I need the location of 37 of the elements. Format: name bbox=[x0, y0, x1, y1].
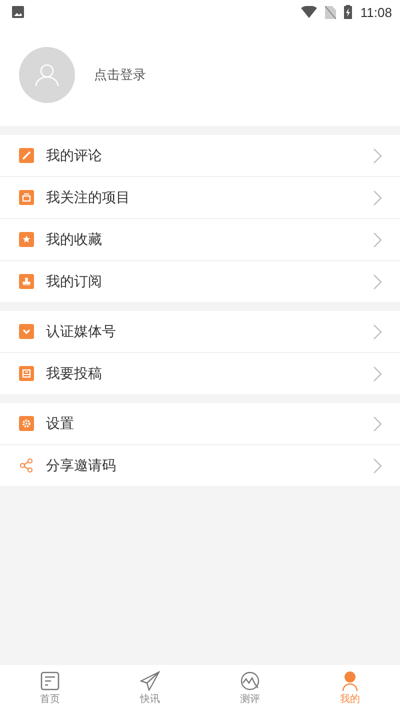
paper-plane-icon bbox=[140, 670, 160, 690]
person-icon bbox=[340, 670, 360, 690]
chevron-right-icon bbox=[373, 190, 382, 206]
menu-item[interactable]: 我的订阅 bbox=[0, 260, 400, 302]
login-link[interactable]: 点击登录 bbox=[94, 66, 146, 84]
pencil-icon bbox=[19, 148, 34, 163]
tab[interactable]: 测评 bbox=[200, 665, 300, 711]
clock-time: 11:08 bbox=[360, 4, 392, 20]
chart-circle-icon bbox=[240, 670, 260, 690]
chevron-right-icon bbox=[373, 416, 382, 432]
chevron-right-icon bbox=[373, 366, 382, 382]
share-icon bbox=[19, 458, 34, 473]
chevron-icon bbox=[19, 324, 34, 339]
box-icon bbox=[19, 190, 34, 205]
chevron-right-icon bbox=[373, 148, 382, 164]
chevron-right-icon bbox=[373, 232, 382, 248]
no-sim-icon bbox=[325, 6, 336, 18]
user-icon bbox=[35, 63, 59, 87]
chevron-right-icon bbox=[373, 274, 382, 290]
chevron-right-icon bbox=[373, 324, 382, 340]
menu-item[interactable]: 设置 bbox=[0, 403, 400, 444]
document-icon bbox=[40, 670, 60, 690]
image-icon bbox=[12, 6, 24, 18]
menu-item[interactable]: 我的评论 bbox=[0, 135, 400, 176]
stamp-icon bbox=[19, 274, 34, 289]
menu-item[interactable]: 我关注的项目 bbox=[0, 176, 400, 218]
battery-charging-icon bbox=[344, 5, 352, 19]
wifi-icon bbox=[301, 6, 318, 18]
tab[interactable]: 快讯 bbox=[100, 665, 200, 711]
menu-item[interactable]: 分享邀请码 bbox=[0, 444, 400, 486]
chevron-right-icon bbox=[373, 458, 382, 474]
menu-item[interactable]: 我的收藏 bbox=[0, 218, 400, 260]
settings-icon bbox=[19, 416, 34, 431]
tab[interactable]: 首页 bbox=[0, 665, 100, 711]
inbox-icon bbox=[19, 366, 34, 381]
menu-item[interactable]: 我要投稿 bbox=[0, 352, 400, 394]
menu-item[interactable]: 认证媒体号 bbox=[0, 311, 400, 352]
